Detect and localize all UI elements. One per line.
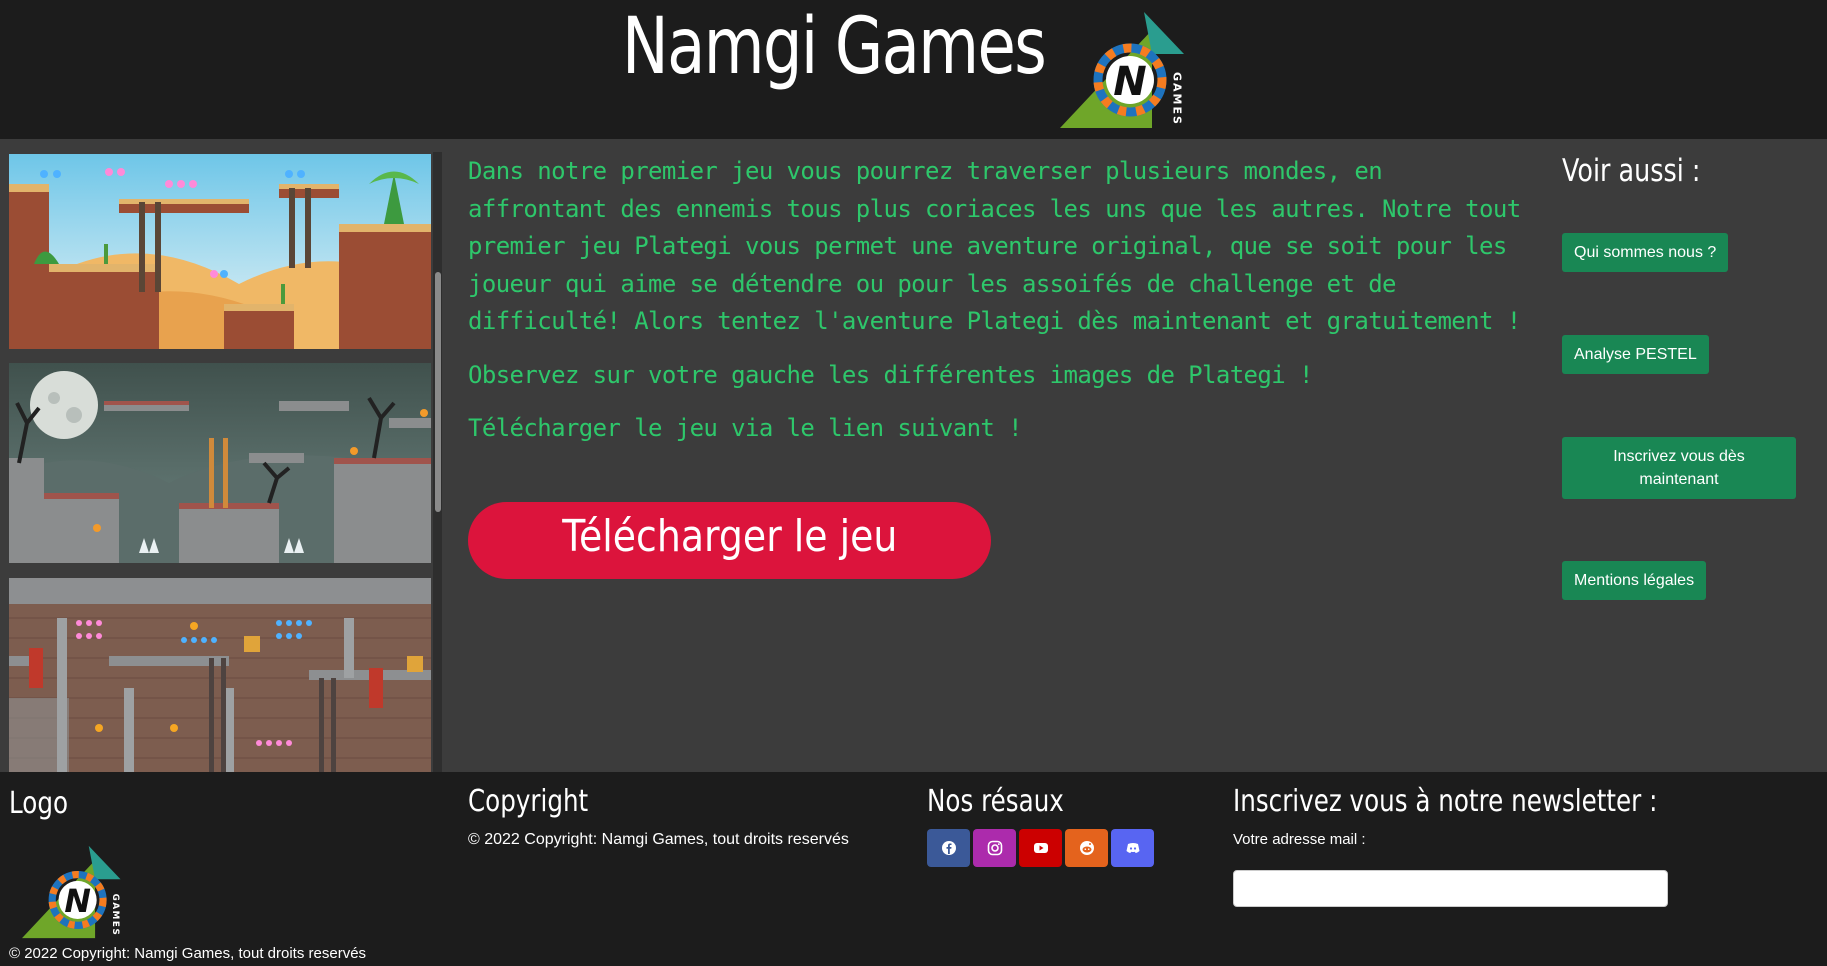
gallery-image-desert [9,154,431,349]
site-footer: Logo N GAMES © 2022 Copyright: Namgi Gam… [0,772,1827,966]
youtube-icon [1033,843,1048,853]
gallery-image-haunted [9,363,431,563]
site-header: Namgi Games N GAMES [0,0,1827,139]
screenshot-gallery[interactable] [0,139,442,772]
footer-logo-heading: Logo [9,786,69,821]
footer-logo-letter: N [64,884,91,920]
newsletter-heading: Inscrivez vous à notre newsletter : [1233,784,1658,819]
discord-button[interactable] [1111,829,1154,867]
description-paragraph: Dans notre premier jeu vous pourrez trav… [468,157,1521,335]
gallery-scroll-thumb[interactable] [435,272,441,512]
youtube-button[interactable] [1019,829,1062,867]
instagram-button[interactable] [973,829,1016,867]
reddit-button[interactable] [1065,829,1108,867]
namgi-logo: N GAMES [1060,12,1184,128]
facebook-button[interactable] [927,829,970,867]
about-us-button[interactable]: Qui sommes nous ? [1562,233,1729,272]
email-field[interactable] [1233,870,1668,907]
download-button-label: Télécharger le jeu [561,511,898,562]
footer-logo-side-text: GAMES [110,894,120,937]
discord-icon [1126,843,1139,853]
email-label: Votre adresse mail : [1233,831,1366,848]
logo-side-text: GAMES [1171,72,1184,126]
legal-notice-button[interactable]: Mentions légales [1562,561,1707,600]
main-section: Dans notre premier jeu vous pourrez trav… [0,139,1827,772]
pestel-analysis-button[interactable]: Analyse PESTEL [1562,335,1709,374]
game-description: Dans notre premier jeu vous pourrez trav… [468,153,1528,464]
signup-button[interactable]: Inscrivez vous dès maintenant [1562,437,1796,499]
logo-letter: N [1113,59,1146,105]
see-also-title: Voir aussi : [1562,153,1701,189]
gallery-scrollbar[interactable] [433,152,442,772]
gallery-hint: Observez sur votre gauche les différente… [468,360,1313,389]
social-heading: Nos résaux [927,784,1064,819]
download-button[interactable]: Télécharger le jeu [468,502,991,579]
instagram-icon [987,840,1002,856]
footer-namgi-logo: N GAMES [22,845,121,939]
bottom-copyright: © 2022 Copyright: Namgi Games, tout droi… [9,945,367,962]
copyright-text: © 2022 Copyright: Namgi Games, tout droi… [468,831,849,848]
facebook-icon [941,841,956,855]
gallery-image-castle [9,578,431,772]
site-title: Namgi Games [622,2,1047,92]
copyright-heading: Copyright [468,784,589,819]
see-also-panel: Voir aussi : Qui sommes nous ? Analyse P… [1562,153,1802,600]
reddit-icon [1079,841,1094,855]
download-hint: Télécharger le jeu via le lien suivant ! [468,414,1023,442]
